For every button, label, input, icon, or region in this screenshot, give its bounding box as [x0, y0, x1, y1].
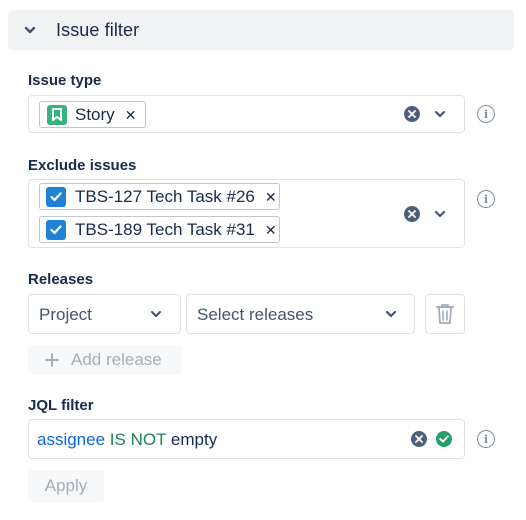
chevron-down-icon	[385, 310, 397, 318]
jql-operator: IS NOT	[109, 430, 167, 449]
remove-chip-icon[interactable]: ✕	[125, 108, 137, 122]
releases-label: Releases	[28, 271, 94, 288]
releases-select[interactable]: Select releases	[186, 294, 415, 334]
exclude-issue-chip: TBS-189 Tech Task #31 ✕	[39, 216, 280, 243]
project-select-value: Project	[39, 305, 92, 324]
clear-icon[interactable]	[404, 206, 420, 222]
exclude-issue-chip: TBS-127 Tech Task #26 ✕	[39, 183, 280, 210]
add-release-label: Add release	[71, 349, 162, 369]
chevron-down-icon[interactable]	[433, 207, 447, 221]
info-icon[interactable]: i	[477, 190, 495, 208]
checkbox-checked-icon[interactable]	[46, 219, 66, 240]
jql-query-text[interactable]: assignee IS NOT empty	[37, 430, 217, 450]
chip-label: TBS-189 Tech Task #31	[75, 219, 255, 239]
chevron-down-icon	[24, 26, 36, 34]
jql-value: empty	[170, 430, 218, 449]
exclude-issues-select[interactable]: TBS-127 Tech Task #26 ✕ TBS-189 Tech Tas…	[28, 179, 465, 248]
info-icon[interactable]: i	[477, 430, 495, 448]
trash-icon	[436, 304, 454, 324]
project-select[interactable]: Project	[28, 294, 181, 334]
section-title: Issue filter	[56, 20, 140, 40]
issue-type-label: Issue type	[28, 72, 102, 89]
remove-chip-icon[interactable]: ✕	[265, 223, 277, 237]
chip-label: Story	[75, 104, 115, 124]
apply-button[interactable]: Apply	[28, 470, 104, 502]
releases-select-placeholder: Select releases	[197, 305, 314, 324]
add-release-button[interactable]: Add release	[28, 345, 181, 374]
jql-field: assignee	[37, 430, 106, 449]
clear-icon[interactable]	[411, 431, 427, 447]
plus-icon	[45, 352, 59, 367]
chip-label: TBS-127 Tech Task #26	[75, 186, 255, 206]
info-icon[interactable]: i	[477, 105, 495, 123]
delete-release-button[interactable]	[425, 294, 465, 334]
issue-type-select[interactable]: Story ✕	[28, 95, 465, 133]
remove-chip-icon[interactable]: ✕	[265, 190, 277, 204]
jql-filter-label: JQL filter	[28, 397, 94, 414]
valid-check-icon	[436, 431, 452, 447]
chevron-down-icon	[150, 310, 162, 318]
chevron-down-icon[interactable]	[433, 107, 447, 121]
issue-type-chip-story: Story ✕	[39, 101, 146, 128]
clear-icon[interactable]	[404, 106, 420, 122]
apply-label: Apply	[44, 476, 88, 495]
issue-filter-header[interactable]: Issue filter	[8, 10, 514, 50]
exclude-issues-label: Exclude issues	[28, 157, 137, 174]
checkbox-checked-icon[interactable]	[46, 186, 66, 207]
story-icon	[47, 104, 67, 125]
